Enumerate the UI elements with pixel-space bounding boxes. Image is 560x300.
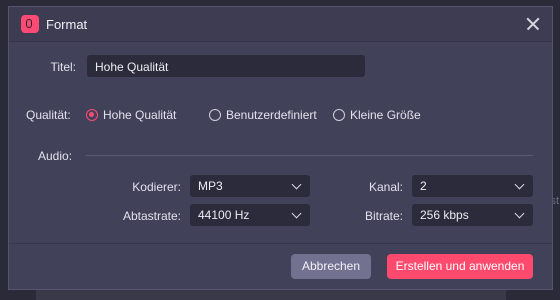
chevron-down-icon <box>291 208 302 219</box>
radio-label: Kleine Größe <box>350 108 421 122</box>
channel-value: 2 <box>420 179 427 193</box>
chevron-down-icon <box>514 179 525 190</box>
radio-unselected-icon <box>333 109 345 121</box>
create-apply-button[interactable]: Erstellen und anwenden <box>387 254 533 279</box>
channel-label: Kanal: <box>368 180 403 194</box>
background-strip <box>36 290 506 300</box>
encoder-select[interactable]: MP3 <box>190 175 310 197</box>
bitrate-select[interactable]: 256 kbps <box>412 204 533 226</box>
dialog-titlebar: Format <box>9 7 552 42</box>
dialog-title: Format <box>46 17 88 32</box>
footer-divider <box>9 243 552 244</box>
title-input[interactable]: Hohe Qualität <box>87 55 365 77</box>
encoder-value: MP3 <box>198 179 223 193</box>
title-label: Titel: <box>50 60 76 74</box>
chevron-down-icon <box>514 208 525 219</box>
bitrate-label: Bitrate: <box>364 209 403 223</box>
format-dialog: Format Titel: Hohe Qualität Qualität: Ho… <box>8 6 553 290</box>
audio-divider <box>86 155 533 156</box>
channel-select[interactable]: 2 <box>412 175 533 197</box>
radio-unselected-icon <box>209 109 221 121</box>
samplerate-label: Abtastrate: <box>122 209 181 223</box>
radio-label: Benutzerdefiniert <box>226 108 317 122</box>
close-icon[interactable] <box>522 13 544 35</box>
radio-selected-icon <box>86 109 98 121</box>
quality-label: Qualität: <box>26 108 71 122</box>
cancel-button[interactable]: Abbrechen <box>291 254 371 279</box>
chevron-down-icon <box>291 179 302 190</box>
radio-label: Hohe Qualität <box>103 108 177 122</box>
app-logo-icon <box>21 15 39 33</box>
samplerate-select[interactable]: 44100 Hz <box>190 204 310 226</box>
bitrate-value: 256 kbps <box>420 208 469 222</box>
samplerate-value: 44100 Hz <box>198 208 250 222</box>
encoder-label: Kodierer: <box>132 180 181 194</box>
audio-section-label: Audio: <box>38 149 73 163</box>
